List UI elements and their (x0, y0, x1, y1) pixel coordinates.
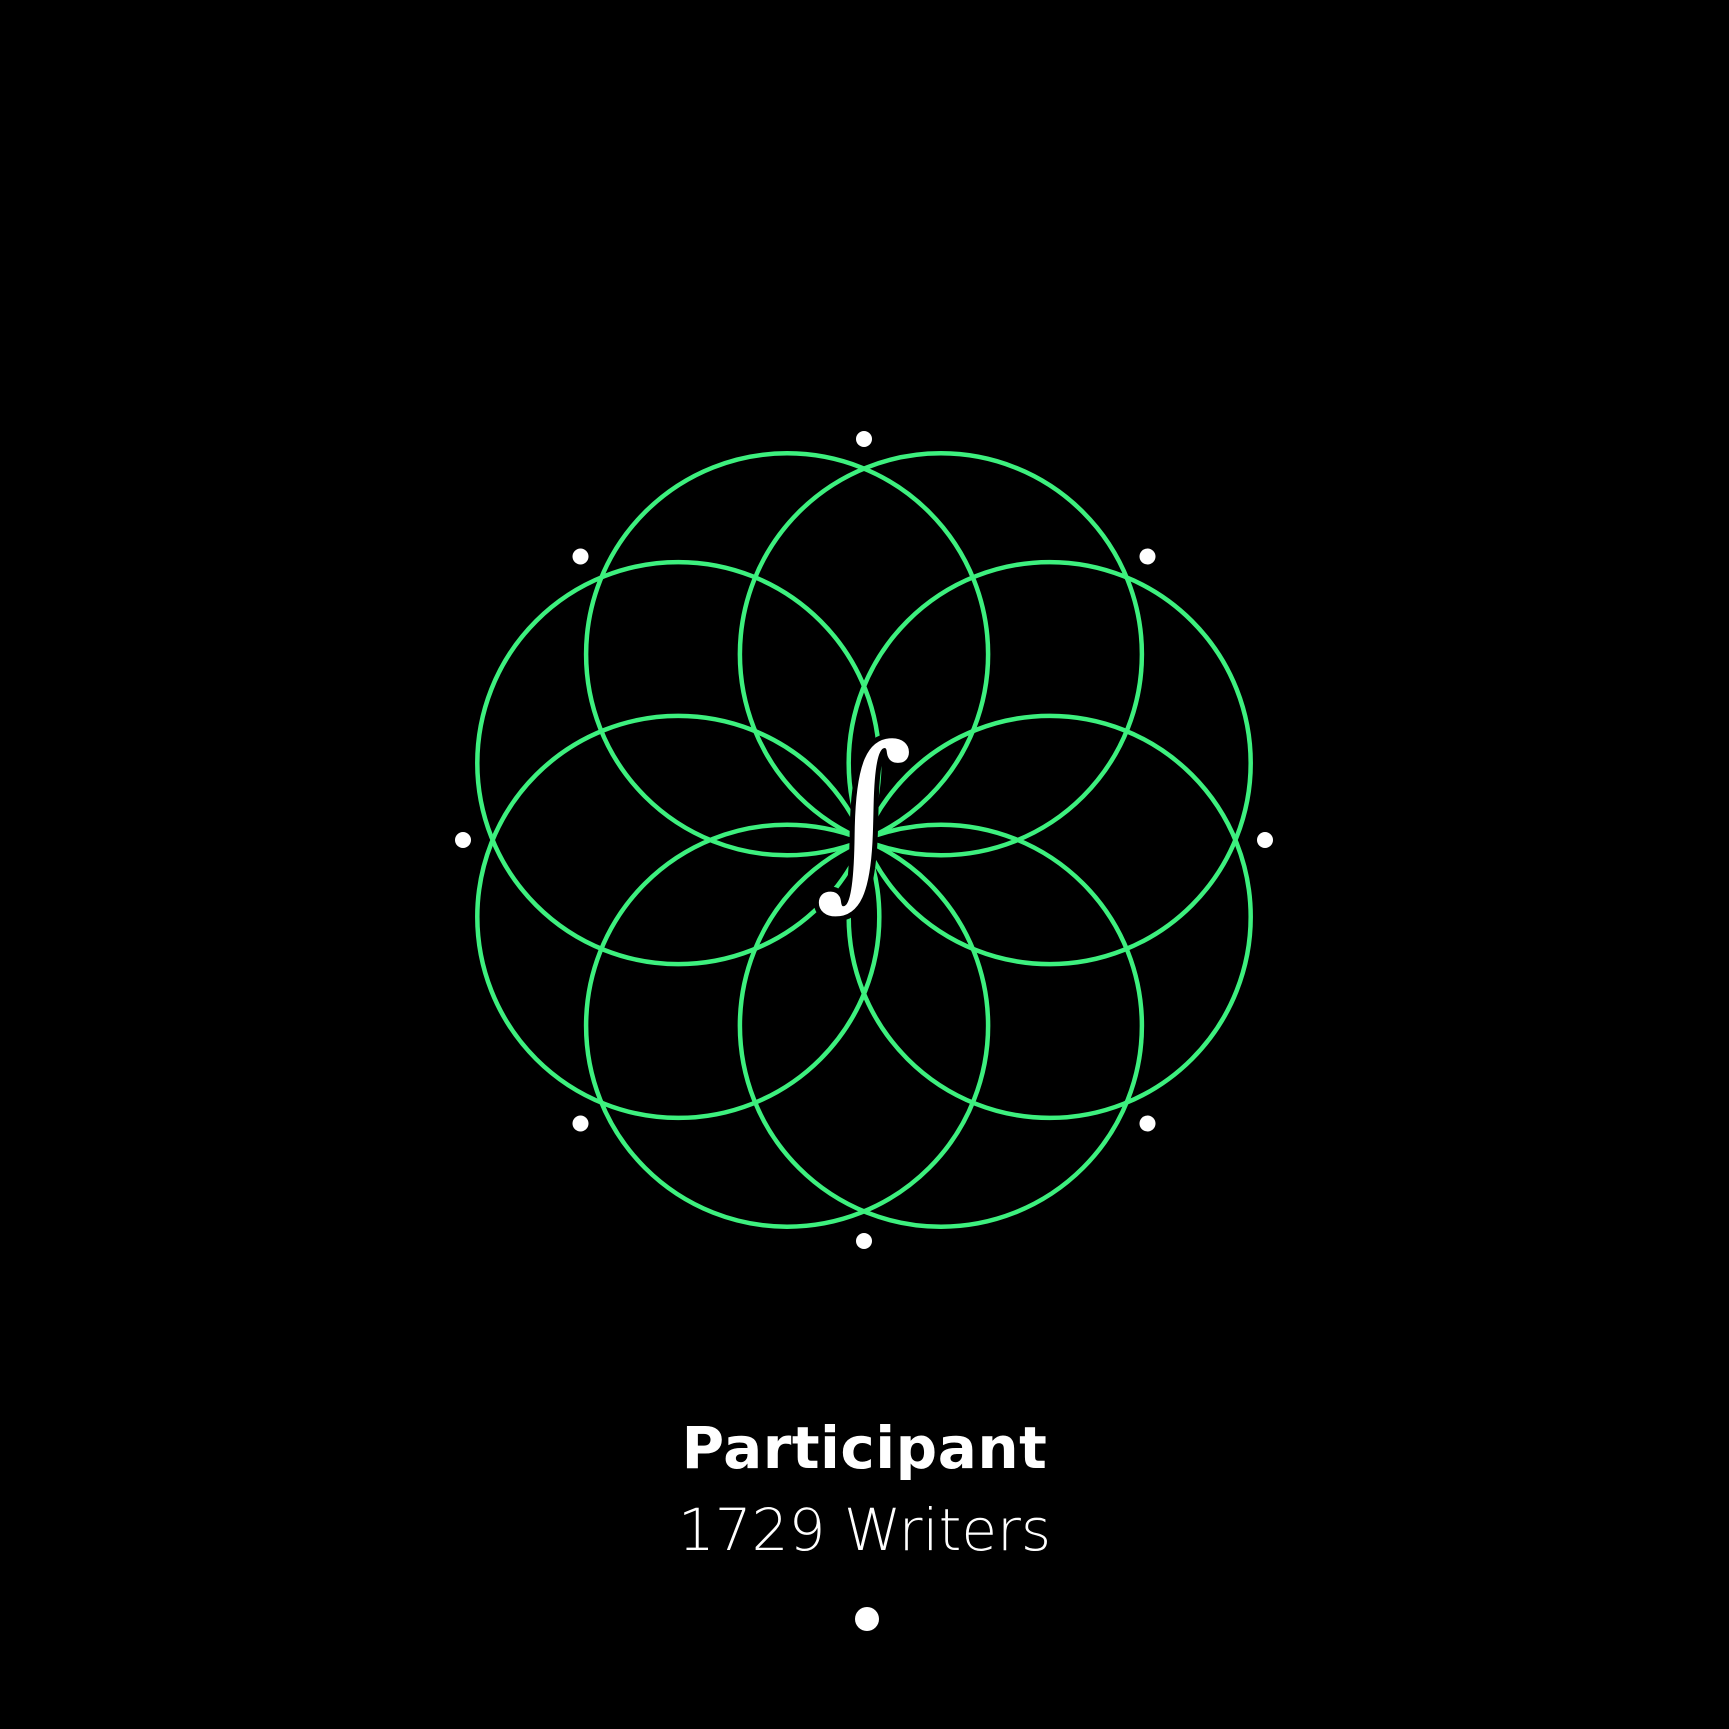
petal-ring (737, 822, 1145, 1229)
outer-dot (1139, 548, 1156, 565)
petal-ring (737, 451, 1145, 858)
badge-card: ∫ Participant 1729 Writers (0, 0, 1729, 1729)
outer-dot (572, 1115, 589, 1132)
outer-dot (572, 548, 589, 565)
outer-dot (1257, 832, 1273, 848)
integral-symbol: ∫ (815, 706, 914, 927)
outer-dot (455, 832, 471, 848)
badge-subtitle: 1729 Writers (677, 1496, 1052, 1564)
page-indicator-dot (855, 1607, 879, 1631)
petal-ring (583, 451, 991, 858)
badge-title: Participant (681, 1414, 1048, 1482)
outer-dot (856, 431, 872, 447)
outer-dot (856, 1233, 872, 1249)
outer-dot (1139, 1115, 1156, 1132)
petal-ring (583, 822, 991, 1229)
